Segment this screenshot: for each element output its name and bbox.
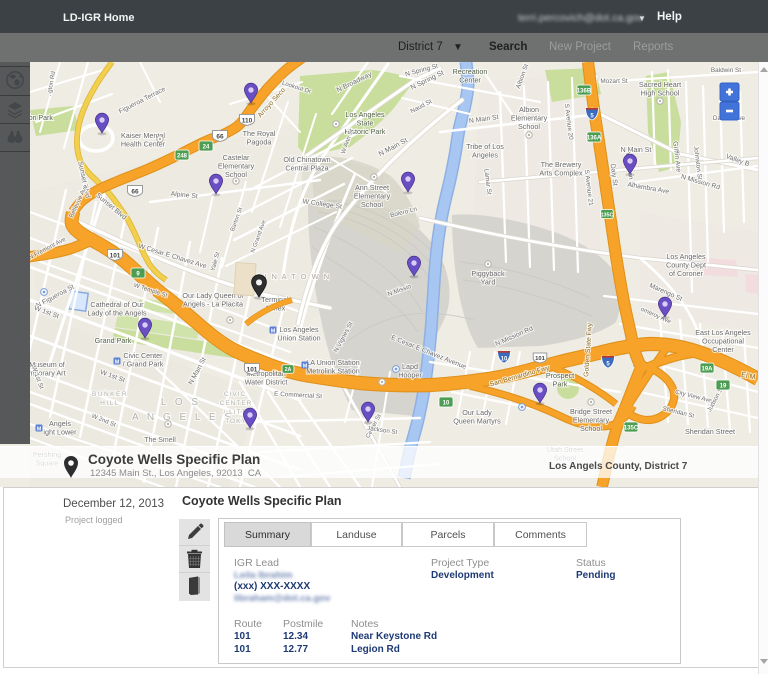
svg-text:M: M bbox=[303, 363, 308, 369]
svg-text:Metrolink Station: Metrolink Station bbox=[306, 367, 360, 376]
svg-text:136B: 136B bbox=[577, 89, 592, 95]
svg-text:ight Lower: ight Lower bbox=[43, 428, 77, 437]
svg-text:M: M bbox=[271, 328, 276, 334]
svg-text:/ Grand Park: / Grand Park bbox=[123, 360, 164, 369]
svg-text:High School: High School bbox=[641, 89, 680, 98]
svg-text:101: 101 bbox=[535, 356, 546, 362]
svg-text:136A: 136A bbox=[587, 136, 602, 142]
svg-text:A N G E L E S: A N G E L E S bbox=[132, 412, 234, 423]
svg-text:Union Station: Union Station bbox=[277, 334, 320, 343]
svg-text:Park: Park bbox=[553, 380, 568, 389]
svg-text:24: 24 bbox=[203, 145, 210, 151]
svg-text:Lady of the Angels: Lady of the Angels bbox=[87, 309, 147, 318]
svg-text:ion Park: ion Park bbox=[27, 115, 53, 122]
svg-text:110: 110 bbox=[242, 117, 253, 124]
svg-text:10: 10 bbox=[443, 401, 450, 407]
svg-text:135C: 135C bbox=[601, 212, 614, 218]
svg-text:19: 19 bbox=[720, 384, 727, 390]
svg-text:101: 101 bbox=[247, 366, 258, 373]
svg-text:66: 66 bbox=[131, 188, 139, 195]
svg-text:L O S: L O S bbox=[161, 397, 201, 408]
svg-text:Grand Park: Grand Park bbox=[95, 336, 132, 345]
svg-text:TOKY: TOKY bbox=[225, 418, 247, 425]
svg-text:Angels - La Placita: Angels - La Placita bbox=[183, 300, 243, 309]
svg-text:Yard: Yard bbox=[481, 278, 496, 287]
svg-text:of Coroner: of Coroner bbox=[669, 269, 704, 278]
svg-text:Center: Center bbox=[712, 345, 734, 354]
svg-text:BUNKER: BUNKER bbox=[92, 391, 128, 398]
svg-text:Pagoda: Pagoda bbox=[247, 138, 272, 147]
svg-text:M: M bbox=[37, 426, 42, 432]
svg-text:School: School bbox=[580, 424, 602, 433]
svg-text:2A: 2A bbox=[285, 367, 292, 373]
svg-text:Angeles: Angeles bbox=[472, 151, 498, 160]
svg-text:Queen Martyrs: Queen Martyrs bbox=[453, 417, 501, 426]
svg-text:19A: 19A bbox=[701, 367, 713, 373]
svg-text:School: School bbox=[518, 122, 540, 131]
svg-text:Sheridan Street: Sheridan Street bbox=[685, 427, 735, 436]
svg-text:CENTER: CENTER bbox=[220, 400, 253, 407]
svg-text:Central Plaza: Central Plaza bbox=[285, 164, 328, 173]
svg-text:Hooper: Hooper bbox=[398, 371, 422, 380]
svg-text:10: 10 bbox=[501, 357, 508, 363]
svg-text:HILL: HILL bbox=[100, 400, 120, 407]
svg-text:M: M bbox=[115, 359, 120, 365]
svg-text:The Smell: The Smell bbox=[144, 437, 176, 444]
svg-text:66: 66 bbox=[216, 133, 224, 140]
svg-text:CIVIC: CIVIC bbox=[224, 391, 246, 398]
svg-text:Baldwin St: Baldwin St bbox=[711, 67, 741, 74]
svg-text:101: 101 bbox=[110, 252, 121, 259]
svg-text:Arts Complex: Arts Complex bbox=[539, 169, 583, 178]
svg-text:Mozart St: Mozart St bbox=[600, 78, 628, 85]
svg-text:Center: Center bbox=[459, 76, 481, 85]
svg-text:Water District: Water District bbox=[245, 378, 288, 387]
svg-text:135C: 135C bbox=[624, 426, 639, 432]
svg-text:248: 248 bbox=[177, 154, 188, 160]
svg-text:School: School bbox=[361, 200, 383, 209]
